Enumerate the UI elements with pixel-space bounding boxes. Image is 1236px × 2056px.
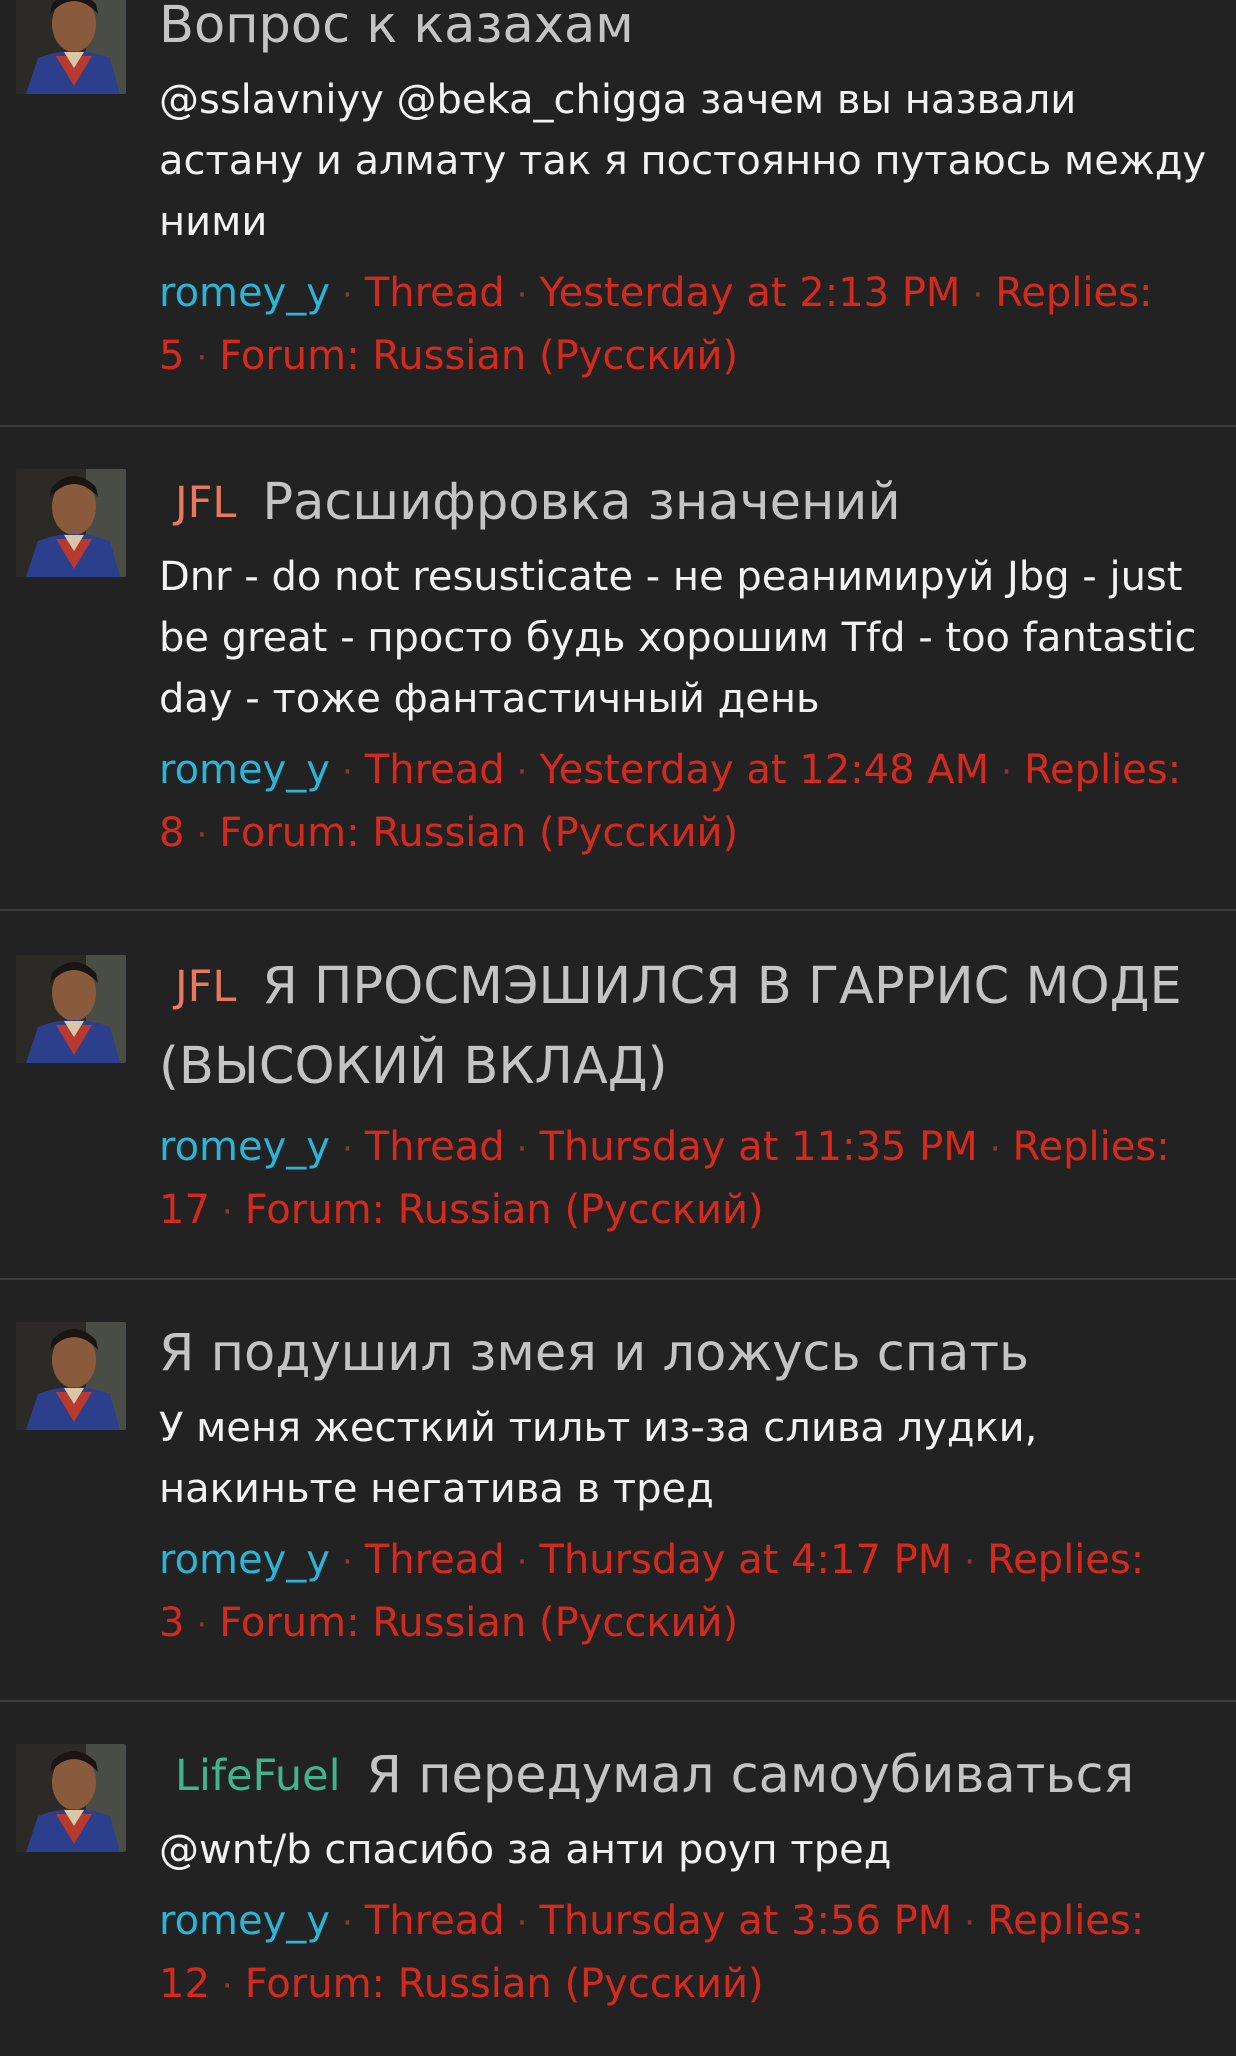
content-type: Thread bbox=[364, 1124, 505, 1170]
meta-separator: · bbox=[341, 752, 353, 792]
content-type: Thread bbox=[364, 1898, 505, 1944]
result-title[interactable]: LifeFuel Я передумал самоубиваться bbox=[159, 1736, 1216, 1816]
meta-separator: · bbox=[341, 1542, 353, 1582]
result-title-text[interactable]: Я передумал самоубиваться bbox=[367, 1746, 1135, 1805]
thread-prefix-label[interactable]: JFL bbox=[175, 947, 236, 1027]
result-title-text[interactable]: Я ПРОСМЭШИЛСЯ В ГАРРИС МОДЕ (ВЫСОКИЙ ВКЛ… bbox=[159, 957, 1182, 1096]
result-title[interactable]: Я подушил змея и ложусь спать bbox=[159, 1314, 1216, 1394]
search-results-list: Вопрос к казахам @sslavniyy @beka_chigga… bbox=[0, 0, 1236, 2042]
search-result-item: Я подушил змея и ложусь спать У меня жес… bbox=[0, 1280, 1236, 1702]
search-result-item: JFL Я ПРОСМЭШИЛСЯ В ГАРРИС МОДЕ (ВЫСОКИЙ … bbox=[0, 911, 1236, 1280]
forum-link[interactable]: Forum: Russian (Русский) bbox=[245, 1187, 764, 1233]
meta-separator: · bbox=[341, 1903, 353, 1943]
result-meta: romey_y · Thread · Yesterday at 12:48 AM · Rep… bbox=[159, 740, 1216, 866]
result-snippet: Dnr - do not resusticate - не реанимируй… bbox=[159, 554, 1197, 722]
meta-separator: · bbox=[516, 752, 528, 792]
content-type: Thread bbox=[364, 1537, 505, 1583]
meta-separator: · bbox=[341, 275, 353, 315]
author-link[interactable]: romey_y bbox=[159, 747, 330, 793]
meta-separator: · bbox=[989, 1129, 1001, 1169]
forum-link[interactable]: Forum: Russian (Русский) bbox=[219, 810, 738, 856]
avatar-image bbox=[16, 1322, 126, 1430]
result-title[interactable]: JFL Расшифровка значений bbox=[159, 463, 1216, 543]
thread-prefix-label[interactable]: LifeFuel bbox=[175, 1736, 341, 1816]
search-result-item: JFL Расшифровка значений Dnr - do not res… bbox=[0, 427, 1236, 911]
avatar-image bbox=[16, 0, 126, 94]
post-date: Thursday at 4:17 PM bbox=[539, 1537, 953, 1583]
meta-separator: · bbox=[1001, 752, 1012, 792]
post-date: Thursday at 11:35 PM bbox=[539, 1124, 978, 1170]
result-snippet: @wnt/b спасибо за анти роуп тред bbox=[159, 1827, 892, 1873]
meta-separator: · bbox=[516, 1903, 528, 1943]
result-meta: romey_y · Thread · Thursday at 3:56 PM · Repli… bbox=[159, 1891, 1216, 2017]
meta-separator: · bbox=[196, 338, 208, 378]
result-snippet: У меня жесткий тильт из-за слива лудки, … bbox=[159, 1405, 1038, 1512]
result-title[interactable]: Вопрос к казахам bbox=[159, 0, 1216, 66]
author-link[interactable]: romey_y bbox=[159, 270, 330, 316]
meta-separator: · bbox=[221, 1192, 233, 1232]
meta-separator: · bbox=[196, 1605, 208, 1645]
meta-separator: · bbox=[221, 1966, 233, 2006]
result-meta: romey_y · Thread · Thursday at 4:17 PM · Repli… bbox=[159, 1530, 1216, 1656]
avatar[interactable] bbox=[16, 1322, 126, 1430]
meta-separator: · bbox=[972, 275, 984, 315]
result-snippet: @sslavniyy @beka_chigga зачем вы назвали… bbox=[159, 77, 1207, 245]
result-meta: romey_y · Thread · Yesterday at 2:13 PM · Repl… bbox=[159, 263, 1216, 389]
meta-separator: · bbox=[516, 1542, 528, 1582]
result-title[interactable]: JFL Я ПРОСМЭШИЛСЯ В ГАРРИС МОДЕ (ВЫСОКИЙ … bbox=[159, 947, 1216, 1107]
result-title-text[interactable]: Вопрос к казахам bbox=[159, 0, 634, 55]
thread-prefix-label[interactable]: JFL bbox=[175, 463, 236, 543]
forum-link[interactable]: Forum: Russian (Русский) bbox=[219, 333, 738, 379]
author-link[interactable]: romey_y bbox=[159, 1124, 330, 1170]
avatar[interactable] bbox=[16, 469, 126, 577]
result-title-text[interactable]: Я подушил змея и ложусь спать bbox=[159, 1324, 1029, 1383]
meta-separator: · bbox=[341, 1129, 353, 1169]
avatar-image bbox=[16, 1744, 126, 1852]
avatar-image bbox=[16, 955, 126, 1063]
avatar[interactable] bbox=[16, 1744, 126, 1852]
avatar[interactable] bbox=[16, 955, 126, 1063]
content-type: Thread bbox=[364, 270, 505, 316]
forum-link[interactable]: Forum: Russian (Русский) bbox=[245, 1961, 764, 2007]
avatar[interactable] bbox=[16, 0, 126, 94]
meta-separator: · bbox=[196, 815, 208, 855]
search-result-item: Вопрос к казахам @sslavniyy @beka_chigga… bbox=[0, 0, 1236, 427]
post-date: Thursday at 3:56 PM bbox=[539, 1898, 953, 1944]
search-result-item: LifeFuel Я передумал самоубиваться @wnt/b… bbox=[0, 1702, 1236, 2042]
meta-separator: · bbox=[964, 1542, 976, 1582]
result-meta: romey_y · Thread · Thursday at 11:35 PM · Repl… bbox=[159, 1117, 1216, 1243]
post-date: Yesterday at 12:48 AM bbox=[539, 747, 990, 793]
meta-separator: · bbox=[516, 275, 528, 315]
content-type: Thread bbox=[364, 747, 505, 793]
post-date: Yesterday at 2:13 PM bbox=[539, 270, 961, 316]
author-link[interactable]: romey_y bbox=[159, 1537, 330, 1583]
forum-link[interactable]: Forum: Russian (Русский) bbox=[219, 1600, 738, 1646]
author-link[interactable]: romey_y bbox=[159, 1898, 330, 1944]
result-title-text[interactable]: Расшифровка значений bbox=[262, 473, 900, 532]
avatar-image bbox=[16, 469, 126, 577]
meta-separator: · bbox=[964, 1903, 976, 1943]
meta-separator: · bbox=[516, 1129, 528, 1169]
